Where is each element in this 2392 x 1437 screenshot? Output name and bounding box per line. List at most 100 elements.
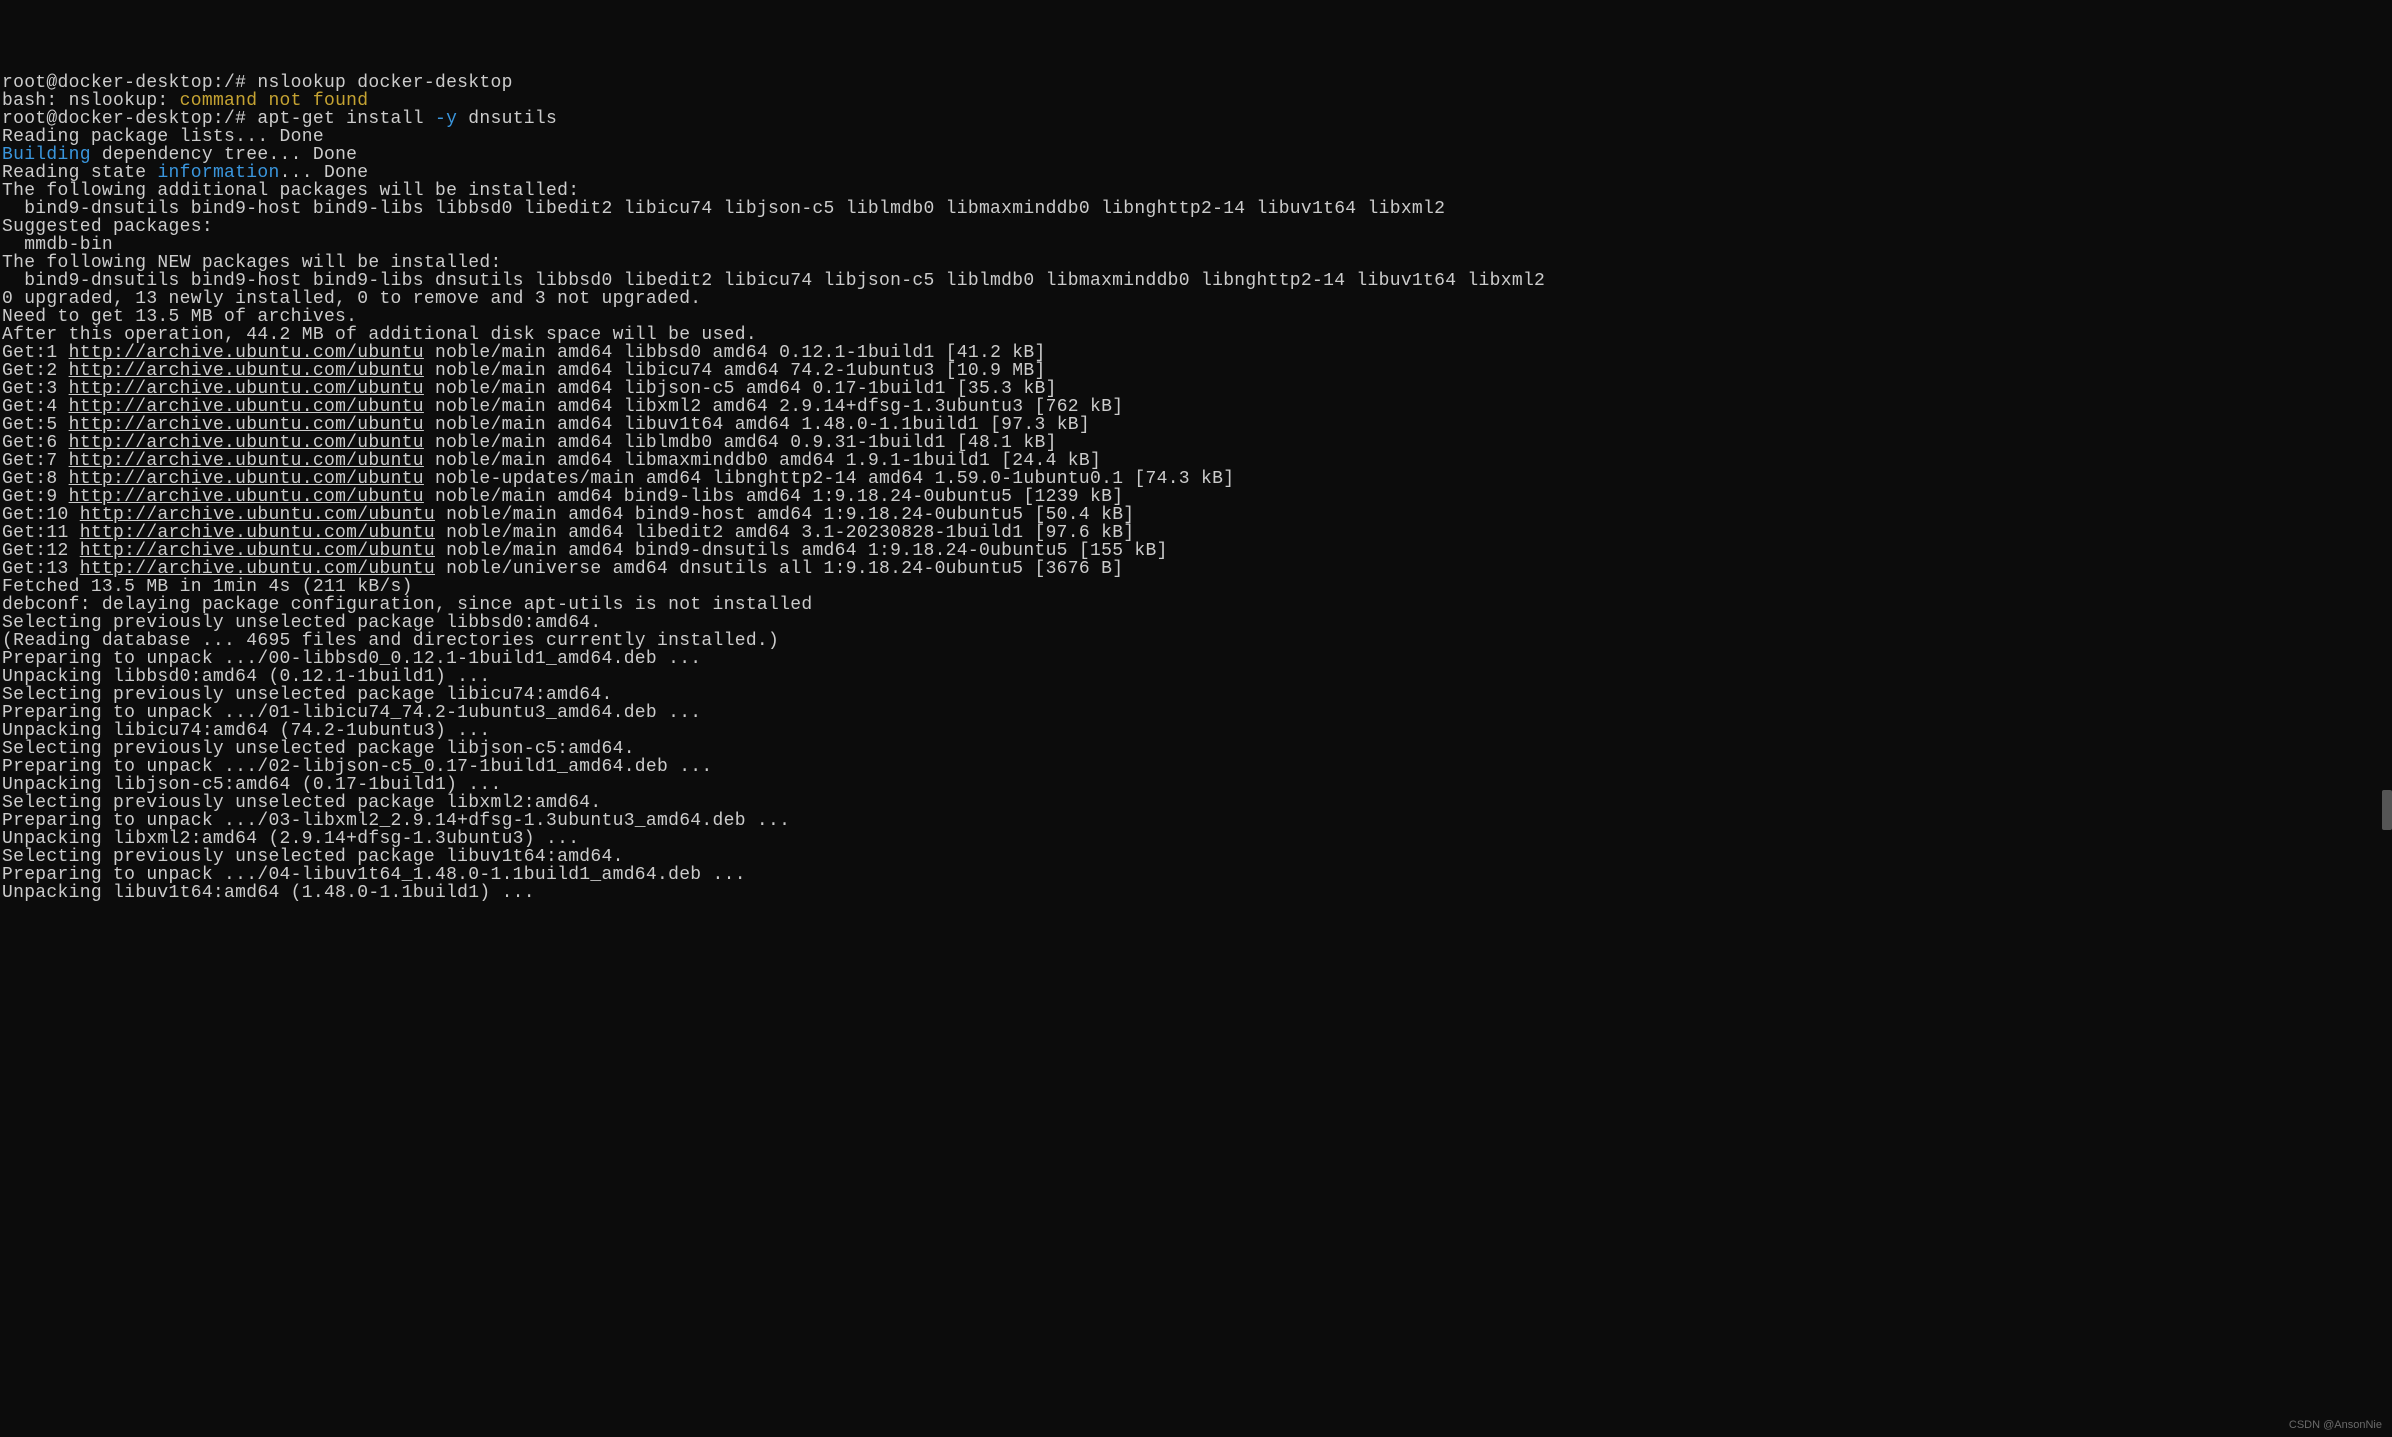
url-text[interactable]: http://archive.ubuntu.com/ubuntu (69, 361, 424, 381)
terminal-text: ... Done (280, 163, 369, 183)
terminal-text: noble/main amd64 libedit2 amd64 3.1-2023… (435, 523, 1134, 543)
terminal-text: Get:13 (2, 559, 80, 579)
terminal-line: Get:2 http://archive.ubuntu.com/ubuntu n… (2, 362, 2390, 380)
terminal-line: Preparing to unpack .../04-libuv1t64_1.4… (2, 866, 2390, 884)
terminal-text: command not found (180, 91, 369, 111)
url-text[interactable]: http://archive.ubuntu.com/ubuntu (69, 433, 424, 453)
terminal-line: Get:1 http://archive.ubuntu.com/ubuntu n… (2, 344, 2390, 362)
terminal-line: Preparing to unpack .../01-libicu74_74.2… (2, 704, 2390, 722)
terminal-line: bind9-dnsutils bind9-host bind9-libs lib… (2, 200, 2390, 218)
url-text[interactable]: http://archive.ubuntu.com/ubuntu (80, 523, 435, 543)
url-text[interactable]: http://archive.ubuntu.com/ubuntu (69, 379, 424, 399)
terminal-text: Get:12 (2, 541, 80, 561)
terminal-text: noble/main amd64 bind9-host amd64 1:9.18… (435, 505, 1134, 525)
terminal-text: Get:9 (2, 487, 69, 507)
terminal-text: 0 upgraded, 13 newly installed, 0 to rem… (2, 289, 701, 309)
url-text[interactable]: http://archive.ubuntu.com/ubuntu (80, 559, 435, 579)
terminal-text: Preparing to unpack .../00-libbsd0_0.12.… (2, 649, 701, 669)
terminal-line: Preparing to unpack .../03-libxml2_2.9.1… (2, 812, 2390, 830)
terminal-text: noble/main amd64 libicu74 amd64 74.2-1ub… (424, 361, 1046, 381)
terminal-text: Get:6 (2, 433, 69, 453)
terminal-text: Reading package lists... Done (2, 127, 324, 147)
terminal-line: Selecting previously unselected package … (2, 686, 2390, 704)
terminal-text: Unpacking libuv1t64:amd64 (1.48.0-1.1bui… (2, 883, 535, 903)
terminal-text: noble/main amd64 libjson-c5 amd64 0.17-1… (424, 379, 1057, 399)
terminal-text: noble/universe amd64 dnsutils all 1:9.18… (435, 559, 1123, 579)
terminal-text: The following NEW packages will be insta… (2, 253, 502, 273)
terminal-text: Suggested packages: (2, 217, 213, 237)
terminal-line: Get:6 http://archive.ubuntu.com/ubuntu n… (2, 434, 2390, 452)
terminal-line: Get:10 http://archive.ubuntu.com/ubuntu … (2, 506, 2390, 524)
terminal-line: Building dependency tree... Done (2, 146, 2390, 164)
watermark: CSDN @AnsonNie (2289, 1420, 2382, 1431)
terminal-line: Reading package lists... Done (2, 128, 2390, 146)
terminal-text: root@docker-desktop:/# apt-get install (2, 109, 435, 129)
terminal-line: Get:7 http://archive.ubuntu.com/ubuntu n… (2, 452, 2390, 470)
terminal-text: Preparing to unpack .../01-libicu74_74.2… (2, 703, 701, 723)
terminal-text: Selecting previously unselected package … (2, 793, 602, 813)
terminal-text: noble/main amd64 libmaxminddb0 amd64 1.9… (424, 451, 1101, 471)
scrollbar-thumb[interactable] (2382, 790, 2392, 830)
terminal-line: Unpacking libicu74:amd64 (74.2-1ubuntu3)… (2, 722, 2390, 740)
terminal-line: Selecting previously unselected package … (2, 614, 2390, 632)
terminal-text: Get:10 (2, 505, 80, 525)
url-text[interactable]: http://archive.ubuntu.com/ubuntu (69, 343, 424, 363)
terminal-text: Unpacking libxml2:amd64 (2.9.14+dfsg-1.3… (2, 829, 579, 849)
url-text[interactable]: http://archive.ubuntu.com/ubuntu (69, 451, 424, 471)
terminal-text: The following additional packages will b… (2, 181, 579, 201)
url-text[interactable]: http://archive.ubuntu.com/ubuntu (69, 469, 424, 489)
terminal-text: Selecting previously unselected package … (2, 613, 602, 633)
terminal-line: mmdb-bin (2, 236, 2390, 254)
terminal-text: debconf: delaying package configuration,… (2, 595, 812, 615)
terminal-line: Get:11 http://archive.ubuntu.com/ubuntu … (2, 524, 2390, 542)
terminal-line: Get:8 http://archive.ubuntu.com/ubuntu n… (2, 470, 2390, 488)
terminal-text: Get:3 (2, 379, 69, 399)
url-text[interactable]: http://archive.ubuntu.com/ubuntu (69, 397, 424, 417)
terminal-text: After this operation, 44.2 MB of additio… (2, 325, 757, 345)
terminal-line: The following additional packages will b… (2, 182, 2390, 200)
terminal-text: Get:8 (2, 469, 69, 489)
terminal-line: After this operation, 44.2 MB of additio… (2, 326, 2390, 344)
terminal-line: (Reading database ... 4695 files and dir… (2, 632, 2390, 650)
terminal-text: bind9-dnsutils bind9-host bind9-libs dns… (2, 271, 1545, 291)
terminal-line: Preparing to unpack .../02-libjson-c5_0.… (2, 758, 2390, 776)
terminal-text: (Reading database ... 4695 files and dir… (2, 631, 779, 651)
url-text[interactable]: http://archive.ubuntu.com/ubuntu (80, 541, 435, 561)
terminal-text: Get:11 (2, 523, 80, 543)
terminal-line: Get:13 http://archive.ubuntu.com/ubuntu … (2, 560, 2390, 578)
terminal-line: Unpacking libxml2:amd64 (2.9.14+dfsg-1.3… (2, 830, 2390, 848)
terminal-line: Fetched 13.5 MB in 1min 4s (211 kB/s) (2, 578, 2390, 596)
terminal-text: Reading state (2, 163, 157, 183)
terminal-text: Building (2, 145, 91, 165)
terminal-text: noble/main amd64 bind9-libs amd64 1:9.18… (424, 487, 1123, 507)
url-text[interactable]: http://archive.ubuntu.com/ubuntu (69, 487, 424, 507)
url-text[interactable]: http://archive.ubuntu.com/ubuntu (80, 505, 435, 525)
terminal-line: debconf: delaying package configuration,… (2, 596, 2390, 614)
terminal-line: The following NEW packages will be insta… (2, 254, 2390, 272)
terminal-line: Preparing to unpack .../00-libbsd0_0.12.… (2, 650, 2390, 668)
terminal-text: information (157, 163, 279, 183)
terminal-line: Get:5 http://archive.ubuntu.com/ubuntu n… (2, 416, 2390, 434)
terminal-text: bind9-dnsutils bind9-host bind9-libs lib… (2, 199, 1445, 219)
terminal-line: Get:9 http://archive.ubuntu.com/ubuntu n… (2, 488, 2390, 506)
terminal-line: Selecting previously unselected package … (2, 794, 2390, 812)
terminal-text: Selecting previously unselected package … (2, 847, 624, 867)
terminal-line: root@docker-desktop:/# apt-get install -… (2, 110, 2390, 128)
terminal-text: mmdb-bin (2, 235, 113, 255)
terminal-text: Need to get 13.5 MB of archives. (2, 307, 357, 327)
terminal-output[interactable]: root@docker-desktop:/# nslookup docker-d… (2, 74, 2390, 902)
terminal-line: Reading state information... Done (2, 164, 2390, 182)
terminal-text: Preparing to unpack .../02-libjson-c5_0.… (2, 757, 713, 777)
terminal-text: -y (435, 109, 457, 129)
terminal-line: Unpacking libbsd0:amd64 (0.12.1-1build1)… (2, 668, 2390, 686)
terminal-text: noble/main amd64 bind9-dnsutils amd64 1:… (435, 541, 1168, 561)
terminal-text: Fetched 13.5 MB in 1min 4s (211 kB/s) (2, 577, 413, 597)
terminal-line: Need to get 13.5 MB of archives. (2, 308, 2390, 326)
terminal-text: Selecting previously unselected package … (2, 739, 635, 759)
terminal-line: 0 upgraded, 13 newly installed, 0 to rem… (2, 290, 2390, 308)
terminal-text: Get:1 (2, 343, 69, 363)
terminal-line: Selecting previously unselected package … (2, 848, 2390, 866)
terminal-text: Unpacking libbsd0:amd64 (0.12.1-1build1)… (2, 667, 490, 687)
terminal-line: Get:3 http://archive.ubuntu.com/ubuntu n… (2, 380, 2390, 398)
url-text[interactable]: http://archive.ubuntu.com/ubuntu (69, 415, 424, 435)
